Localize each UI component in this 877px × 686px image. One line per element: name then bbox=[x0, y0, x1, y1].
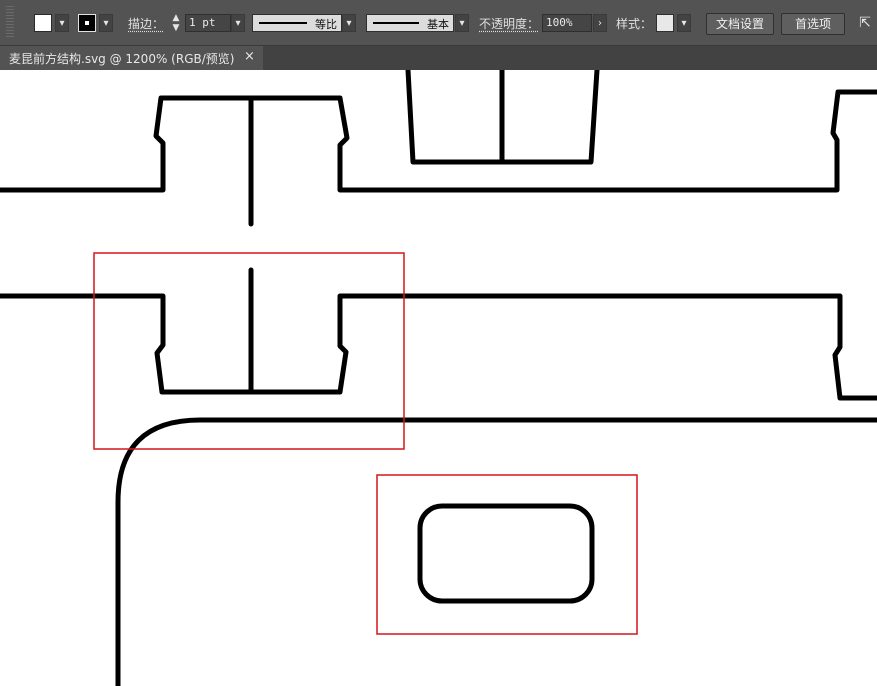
variable-width-profile[interactable]: 等比 bbox=[252, 14, 342, 32]
document-tab-bar: 麦昆前方结构.svg @ 1200% (RGB/预览) × bbox=[0, 46, 877, 70]
fill-dropdown-chevron-down-icon[interactable]: ▾ bbox=[55, 14, 69, 32]
selection-box-slot bbox=[376, 474, 638, 635]
artboard-canvas[interactable] bbox=[0, 70, 877, 686]
panel-grip[interactable] bbox=[6, 6, 14, 38]
close-icon[interactable]: × bbox=[244, 49, 255, 64]
stroke-dropdown-chevron-down-icon[interactable]: ▾ bbox=[99, 14, 113, 32]
style-chevron-down-icon[interactable]: ▾ bbox=[677, 14, 691, 32]
lower-left-connector-path bbox=[0, 293, 877, 401]
stroke-label[interactable]: 描边： bbox=[128, 15, 164, 32]
document-tab-title: 麦昆前方结构.svg @ 1200% (RGB/预览) bbox=[9, 52, 235, 66]
document-tab[interactable]: 麦昆前方结构.svg @ 1200% (RGB/预览) × bbox=[0, 46, 263, 70]
stroke-weight-input[interactable]: 1 pt bbox=[185, 14, 231, 32]
stroke-weight-spinner-icon[interactable]: ▲ ▼ bbox=[168, 13, 184, 35]
profile-label: 等比 bbox=[315, 18, 337, 31]
preferences-button[interactable]: 首选项 bbox=[781, 13, 845, 35]
stroke-color-swatch[interactable] bbox=[78, 14, 96, 32]
graphic-style-swatch[interactable] bbox=[656, 14, 674, 32]
opacity-input[interactable]: 100% bbox=[542, 14, 592, 32]
brush-label: 基本 bbox=[427, 18, 449, 31]
opacity-label[interactable]: 不透明度： bbox=[479, 15, 539, 32]
brush-chevron-down-icon[interactable]: ▾ bbox=[455, 14, 469, 32]
document-setup-button[interactable]: 文档设置 bbox=[706, 13, 774, 35]
body-outline-path bbox=[115, 417, 877, 686]
artwork-svg bbox=[0, 70, 877, 686]
fill-color-swatch[interactable] bbox=[34, 14, 52, 32]
stroke-weight-chevron-down-icon[interactable]: ▾ bbox=[231, 14, 245, 32]
profile-chevron-down-icon[interactable]: ▾ bbox=[342, 14, 356, 32]
upper-left-connector-path bbox=[0, 89, 877, 193]
opacity-chevron-right-icon[interactable]: › bbox=[593, 14, 607, 32]
control-bar: ▾ ▾ 描边： ▲ ▼ 1 pt ▾ 等比 ▾ 基本 ▾ 不透明度： 100% ›… bbox=[0, 0, 877, 46]
pin-icon[interactable]: ⇱ bbox=[856, 14, 874, 32]
style-label: 样式： bbox=[616, 17, 653, 31]
rounded-slot-rect bbox=[417, 503, 595, 604]
brush-definition[interactable]: 基本 bbox=[366, 14, 454, 32]
